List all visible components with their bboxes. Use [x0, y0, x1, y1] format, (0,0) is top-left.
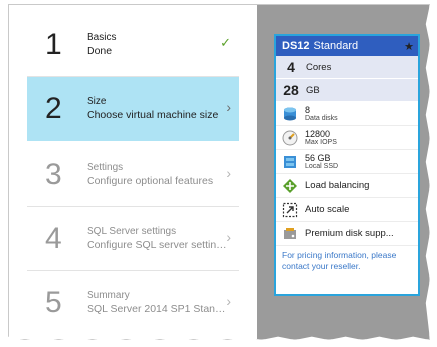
auto-scale-label: Auto scale — [305, 204, 350, 215]
step-size[interactable]: 2 Size Choose virtual machine size › — [27, 77, 239, 141]
step-subtitle: SQL Server 2014 SP1 Standard... — [87, 303, 227, 315]
step-text: SQL Server settings Configure SQL server… — [87, 225, 239, 253]
step-summary[interactable]: 5 Summary SQL Server 2014 SP1 Standard..… — [27, 271, 239, 335]
step-subtitle: Done — [87, 44, 113, 57]
pricing-note: For pricing information, please contact … — [282, 250, 397, 271]
data-disks-value: 8 — [305, 104, 311, 115]
ssd-icon — [284, 155, 296, 168]
chevron-right-icon: › — [226, 165, 231, 181]
memory-row: 28 GB — [276, 79, 418, 102]
data-disks-label: Data disks — [305, 114, 338, 122]
local-ssd-value: 56 GB — [305, 152, 331, 163]
tile-header: DS12 Standard ★ — [276, 36, 418, 56]
step-number: 1 — [45, 27, 62, 61]
vm-sku: DS12 — [282, 40, 310, 52]
auto-scale-row: Auto scale — [276, 198, 418, 222]
step-text: Basics Done — [87, 31, 239, 59]
step-number: 4 — [45, 221, 62, 255]
premium-disk-label: Premium disk supp... — [305, 228, 394, 239]
wizard-steps-blade: 1 Basics Done ✓ 2 Size Choose virtual ma… — [9, 5, 257, 339]
step-subtitle: Choose virtual machine size — [87, 109, 219, 121]
chevron-right-icon: › — [226, 99, 231, 115]
vm-tier: Standard — [313, 40, 359, 52]
chevron-right-icon: › — [226, 229, 231, 245]
step-title: SQL Server settings — [87, 225, 177, 237]
iops-value: 12800 — [305, 128, 331, 139]
load-balancing-row: Load balancing — [276, 174, 418, 198]
premium-disk-icon — [284, 227, 296, 239]
chevron-right-icon: › — [226, 293, 231, 309]
local-ssd-row: 56 GB Local SSD — [276, 150, 418, 174]
step-number: 5 — [45, 286, 62, 319]
step-sql-server-settings[interactable]: 4 SQL Server settings Configure SQL serv… — [27, 207, 239, 271]
memory-value: 28 — [283, 82, 299, 98]
step-text: Size Choose virtual machine size — [87, 95, 239, 123]
step-text: Summary SQL Server 2014 SP1 Standard... — [87, 289, 239, 317]
data-disks-row: 8 Data disks — [276, 102, 418, 126]
data-disks-icon — [284, 107, 296, 120]
auto-scale-icon — [282, 202, 298, 217]
step-title: Summary — [87, 290, 130, 301]
step-text: Settings Configure optional features — [87, 161, 239, 189]
step-number: 3 — [45, 157, 62, 191]
local-ssd-label: Local SSD — [305, 162, 339, 170]
step-basics[interactable]: 1 Basics Done ✓ — [27, 13, 239, 77]
step-title: Size — [87, 96, 107, 107]
cores-row: 4 Cores — [276, 56, 418, 79]
gauge-icon — [282, 130, 298, 145]
step-subtitle: Configure optional features — [87, 174, 214, 187]
step-number: 2 — [45, 92, 62, 125]
load-balancing-label: Load balancing — [305, 180, 370, 191]
cores-label: Cores — [306, 61, 332, 73]
step-title: Basics — [87, 31, 117, 43]
step-subtitle: Configure SQL server settings — [87, 238, 227, 251]
premium-disk-row: Premium disk supp... — [276, 222, 418, 246]
step-title: Settings — [87, 161, 124, 173]
iops-row: 12800 Max IOPS — [276, 126, 418, 150]
load-balancing-icon — [283, 178, 297, 193]
vm-size-tile[interactable]: DS12 Standard ★ 4 Cores 28 GB 8 Data dis… — [274, 34, 420, 296]
step-settings[interactable]: 3 Settings Configure optional features › — [27, 143, 239, 207]
checkmark-icon: ✓ — [220, 35, 231, 50]
memory-label: GB — [306, 84, 320, 96]
star-icon[interactable]: ★ — [404, 40, 414, 53]
cores-value: 4 — [287, 59, 295, 75]
iops-label: Max IOPS — [305, 138, 337, 146]
